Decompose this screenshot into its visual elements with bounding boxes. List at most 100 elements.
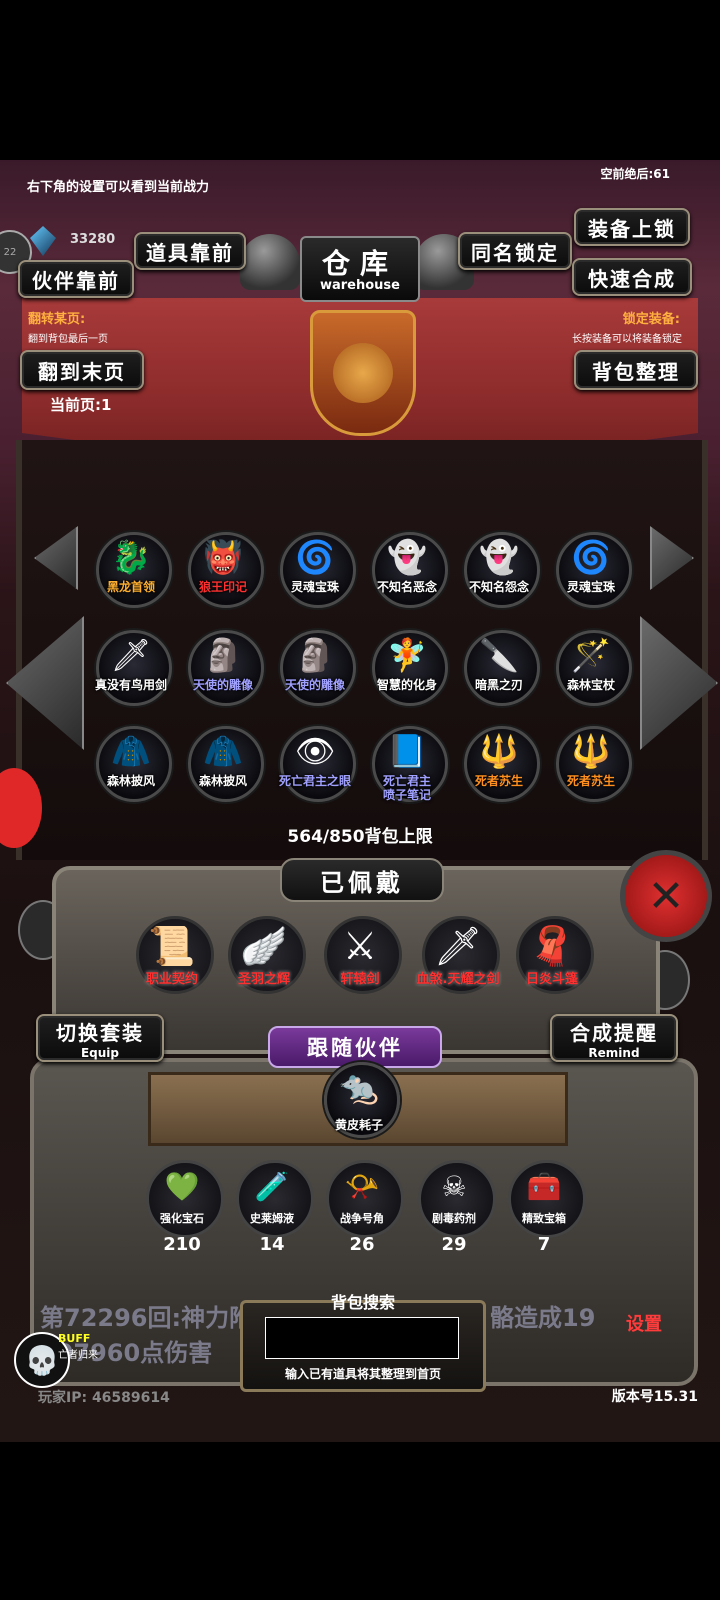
equipped-item-label: 轩辕剑 [340,972,380,987]
bag-item[interactable]: 🧚 智慧的化身 [368,630,448,708]
bag-item-label: 天使的雕像 [192,678,253,692]
consumable-item[interactable]: 🧰 精致宝箱 7 [504,1160,586,1256]
bag-item[interactable]: 🔱 死者苏生 [552,726,632,804]
bag-item-label: 不知名怨念 [468,580,529,594]
consumable-label: 史莱姆液 [250,1212,294,1225]
quick-merge-button[interactable]: 快速合成 [572,258,692,296]
bag-search: 背包搜索 输入已有道具将其整理到首页 [240,1293,486,1392]
partner-slot[interactable]: 🐀 黄皮耗子 [320,1062,400,1142]
bag-item[interactable]: 🧥 森林披风 [184,726,264,804]
search-input[interactable] [265,1317,459,1359]
switch-set-en: Equip [80,1045,120,1060]
sword-icon: 🗡 [110,636,152,674]
bag-item[interactable]: 👻 不知名怨念 [460,532,540,610]
bag-item-label: 森林宝杖 [566,678,615,692]
gem-icon: 💚 [164,1170,200,1203]
version-number: 版本号15.31 [611,1389,698,1405]
bag-item-label: 森林披风 [106,774,155,788]
consumable-label: 强化宝石 [160,1212,204,1225]
equipped-item[interactable]: 🧣 日炎斗篷 [510,912,594,996]
consumable-item[interactable]: 📯 战争号角 26 [322,1160,404,1256]
switch-set-button[interactable]: 切换套装 Equip [36,1014,164,1062]
battle-log-line1b: 骼造成19 [490,1304,596,1332]
potion-icon: 🧪 [254,1170,290,1203]
poison-icon: ☠ [441,1170,467,1203]
bag-item[interactable]: 🔱 死者苏生 [460,726,540,804]
equipped-item[interactable]: 📜 职业契约 [130,912,214,996]
merge-remind-en: Remind [588,1045,640,1060]
bag-item-label: 灵魂宝珠 [566,580,615,594]
equip-lock-button[interactable]: 装备上锁 [574,208,690,246]
title-cn: 仓库 [321,247,398,280]
flip-page-desc: 翻到背包最后一页 [28,334,108,345]
partner-label: 黄皮耗子 [334,1118,383,1132]
buff-label: BUFF [58,1332,91,1345]
bag-item[interactable]: 📘 死亡君主 喷子笔记 [368,726,448,804]
bag-item-label: 死亡君主 喷子笔记 [382,774,431,802]
consumable-count: 14 [259,1234,285,1255]
resurrect-icon: 🔱 [571,732,611,770]
consumable-count: 29 [441,1234,467,1255]
resurrect-icon: 🔱 [479,732,519,770]
switch-set-label: 切换套装 [56,1020,144,1045]
bag-item[interactable]: 🌀 灵魂宝珠 [276,532,356,610]
consumable-item[interactable]: 🧪 史莱姆液 14 [232,1160,314,1256]
lion-shield-icon [310,310,416,436]
bag-item[interactable]: 👻 不知名恶念 [368,532,448,610]
dragon-icon: 🐉 [111,538,151,576]
equipped-item[interactable]: 🗡 血煞.天耀之剑 [416,912,500,996]
bag-item-label: 真没有鸟用剑 [94,678,167,692]
staff-icon: 🪄 [571,636,611,674]
last-page-button[interactable]: 翻到末页 [20,350,144,390]
bag-sort-button[interactable]: 背包整理 [574,350,698,390]
horn-icon: 📯 [344,1170,380,1203]
bag-item-label: 死亡君主之眼 [278,774,351,788]
bag-item[interactable]: 🪄 森林宝杖 [552,630,632,708]
bag-item[interactable]: 🗡 真没有鸟用剑 [92,630,172,708]
bag-item-label: 智慧的化身 [376,678,437,692]
merge-remind-button[interactable]: 合成提醒 Remind [550,1014,678,1062]
consumable-item[interactable]: 💚 强化宝石 210 [142,1160,224,1256]
consumable-label: 精致宝箱 [522,1212,566,1225]
spirit-icon: 👻 [387,538,427,576]
bag-item[interactable]: 🗿 天使的雕像 [184,630,264,708]
consumable-item[interactable]: ☠ 剧毒药剂 29 [414,1160,496,1256]
equipped-item-label: 血煞.天耀之剑 [416,972,500,987]
settings-button[interactable]: 设置 [626,1310,662,1336]
equipped-title: 已佩戴 [280,858,444,902]
bag-item[interactable]: 🧥 森林披风 [92,726,172,804]
consumable-label: 战争号角 [340,1212,384,1225]
statue-icon: 🗿 [295,636,335,674]
dark-blade-icon: 🔪 [479,636,519,674]
bag-item-label: 死者苏生 [566,774,615,788]
same-name-lock-button[interactable]: 同名锁定 [458,232,572,270]
scroll-icon: 📜 [148,924,196,968]
bag-item-label: 黑龙首领 [106,580,155,594]
merge-remind-label: 合成提醒 [570,1020,658,1045]
bag-item-label: 狼王印记 [198,580,247,594]
counter-text: 空前绝后:61 [600,167,671,181]
partner-front-button[interactable]: 伙伴靠前 [18,260,134,298]
rat-icon: 🐀 [339,1068,379,1106]
consumable-label: 剧毒药剂 [432,1212,476,1225]
equipped-item[interactable]: 🪽 圣羽之辉 [222,912,306,996]
bag-item[interactable]: 👁 死亡君主之眼 [276,726,356,804]
cloak-icon: 🧥 [203,732,243,770]
bag-item[interactable]: 🌀 灵魂宝珠 [552,532,632,610]
items-front-button[interactable]: 道具靠前 [134,232,246,270]
bag-item[interactable]: 🗿 天使的雕像 [276,630,356,708]
bag-item[interactable]: 🐉 黑龙首领 [92,532,172,610]
search-hint: 输入已有道具将其整理到首页 [284,1367,441,1381]
close-icon[interactable]: ✕ [620,850,712,942]
bag-item-label: 森林披风 [198,774,247,788]
bag-item[interactable]: 👹 狼王印记 [184,532,264,610]
ghost-icon: 👻 [479,538,519,576]
lock-equip-desc: 长按装备可以将装备锁定 [572,334,682,345]
equipped-item[interactable]: ⚔ 轩辕剑 [318,912,402,996]
battle-log-line1: 第72296回:神力附 [40,1304,254,1332]
gem-icon [30,226,56,256]
player-ip: 玩家IP: 46589614 [38,1390,170,1406]
bag-item[interactable]: 🔪 暗黑之刃 [460,630,540,708]
sage-icon: 🧚 [387,636,427,674]
cloak-icon: 🧥 [111,732,151,770]
